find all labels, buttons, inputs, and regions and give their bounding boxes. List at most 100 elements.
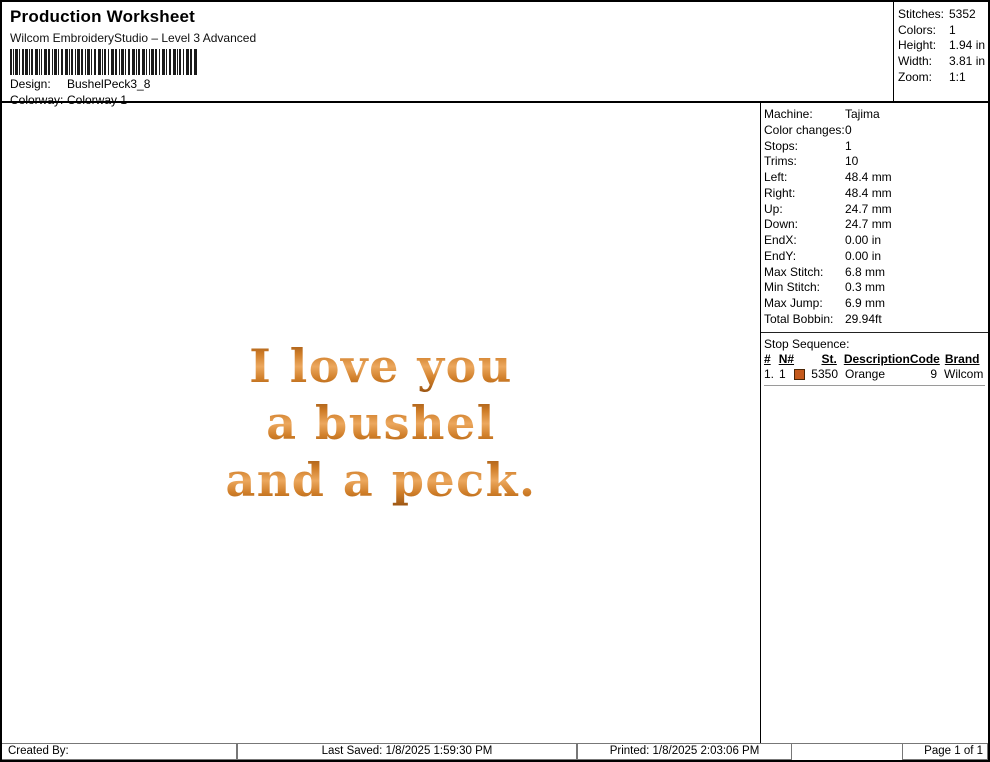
colorway-name: Colorway 1 [67, 93, 127, 107]
stat-label: Height: [898, 38, 949, 54]
info-row-min-stitch: Min Stitch: 0.3 mm [764, 280, 985, 296]
info-row-down: Down: 24.7 mm [764, 217, 985, 233]
app-subtitle: Wilcom EmbroideryStudio – Level 3 Advanc… [10, 31, 893, 45]
header: Production Worksheet Wilcom EmbroiderySt… [2, 2, 988, 103]
info-row-total-bobbin: Total Bobbin: 29.94ft [764, 312, 985, 328]
info-panel: Machine: Tajima Color changes: 0 Stops: … [760, 103, 988, 743]
col-header-n: N# [779, 352, 794, 367]
info-label: Trims: [764, 154, 845, 170]
stat-value: 1:1 [949, 70, 966, 86]
stop-sequence: Stop Sequence: # N# St. Description Code… [761, 333, 988, 386]
design-canvas: I love you a bushel and a peck. [2, 103, 760, 743]
info-label: Machine: [764, 107, 845, 123]
info-row-left: Left: 48.4 mm [764, 170, 985, 186]
footer-spacer [792, 744, 902, 760]
page-number: Page 1 of 1 [902, 744, 988, 760]
col-header-description: Description [837, 352, 910, 367]
info-value: 24.7 mm [845, 217, 892, 233]
stop-sequence-title: Stop Sequence: [764, 336, 985, 352]
row-code: 9 [909, 367, 937, 382]
info-label: Total Bobbin: [764, 312, 845, 328]
col-header-num: # [764, 352, 779, 367]
row-st: 5350 [808, 367, 838, 382]
stat-width: Width: 3.81 in [898, 54, 988, 70]
info-value: 0.00 in [845, 249, 881, 265]
stats-box: Stitches: 5352 Colors: 1 Height: 1.94 in… [893, 2, 988, 101]
info-row-endx: EndX: 0.00 in [764, 233, 985, 249]
stat-label: Stitches: [898, 7, 949, 23]
row-description: Orange [838, 367, 909, 382]
col-header-code: Code [910, 352, 938, 367]
info-label: Max Jump: [764, 296, 845, 312]
stat-value: 3.81 in [949, 54, 985, 70]
thread-color-swatch [794, 369, 805, 380]
info-value: Tajima [845, 107, 880, 123]
embroidery-text-line: a bushel [266, 395, 496, 452]
colorway-label: Colorway: [10, 93, 67, 107]
main-area: I love you a bushel and a peck. Machine:… [2, 103, 988, 743]
info-row-endy: EndY: 0.00 in [764, 249, 985, 265]
col-header-st: St. [807, 352, 836, 367]
info-label: Right: [764, 186, 845, 202]
stat-label: Zoom: [898, 70, 949, 86]
stat-label: Width: [898, 54, 949, 70]
info-label: Color changes: [764, 123, 845, 139]
info-row-up: Up: 24.7 mm [764, 202, 985, 218]
info-value: 0.3 mm [845, 280, 885, 296]
stat-stitches: Stitches: 5352 [898, 7, 988, 23]
info-label: Left: [764, 170, 845, 186]
info-value: 1 [845, 139, 852, 155]
info-value: 29.94ft [845, 312, 882, 328]
info-row-color-changes: Color changes: 0 [764, 123, 985, 139]
info-row-max-jump: Max Jump: 6.9 mm [764, 296, 985, 312]
info-row-trims: Trims: 10 [764, 154, 985, 170]
info-label: EndX: [764, 233, 845, 249]
stop-sequence-header-row: # N# St. Description Code Brand [764, 352, 985, 367]
thread-swatch-cell [794, 369, 808, 380]
info-label: Stops: [764, 139, 845, 155]
last-saved-label: Last Saved: 1/8/2025 1:59:30 PM [237, 744, 577, 760]
col-header-brand: Brand [938, 352, 985, 367]
info-value: 48.4 mm [845, 170, 892, 186]
footer: Created By: Last Saved: 1/8/2025 1:59:30… [2, 743, 988, 760]
stop-sequence-row: 1. 1 5350 Orange 9 Wilcom [764, 367, 985, 382]
stat-label: Colors: [898, 23, 949, 39]
printed-label: Printed: 1/8/2025 2:03:06 PM [577, 744, 792, 760]
info-row-machine: Machine: Tajima [764, 107, 985, 123]
stat-height: Height: 1.94 in [898, 38, 988, 54]
row-num: 1. [764, 367, 779, 382]
stop-sequence-table: # N# St. Description Code Brand 1. 1 535… [764, 352, 985, 386]
info-label: Down: [764, 217, 845, 233]
machine-info: Machine: Tajima Color changes: 0 Stops: … [761, 103, 988, 333]
info-label: Up: [764, 202, 845, 218]
info-value: 48.4 mm [845, 186, 892, 202]
info-row-stops: Stops: 1 [764, 139, 985, 155]
info-row-max-stitch: Max Stitch: 6.8 mm [764, 265, 985, 281]
design-name: BushelPeck3_8 [67, 77, 150, 91]
colorway-row: Colorway: Colorway 1 [10, 93, 893, 107]
embroidery-text-line: I love you [249, 338, 513, 395]
info-value: 10 [845, 154, 858, 170]
info-label: Min Stitch: [764, 280, 845, 296]
row-n: 1 [779, 367, 794, 382]
info-label: EndY: [764, 249, 845, 265]
stat-value: 1 [949, 23, 956, 39]
design-row: Design: BushelPeck3_8 [10, 77, 893, 91]
stat-colors: Colors: 1 [898, 23, 988, 39]
header-left: Production Worksheet Wilcom EmbroiderySt… [2, 2, 893, 101]
info-label: Max Stitch: [764, 265, 845, 281]
info-value: 24.7 mm [845, 202, 892, 218]
production-worksheet-page: Production Worksheet Wilcom EmbroiderySt… [0, 0, 990, 762]
info-value: 0 [845, 123, 852, 139]
stat-value: 1.94 in [949, 38, 985, 54]
page-title: Production Worksheet [10, 7, 893, 27]
embroidery-text-line: and a peck. [225, 452, 536, 509]
barcode-icon [10, 49, 198, 75]
created-by-label: Created By: [2, 744, 237, 760]
row-brand: Wilcom [937, 367, 985, 382]
info-value: 0.00 in [845, 233, 881, 249]
design-label: Design: [10, 77, 67, 91]
stat-value: 5352 [949, 7, 976, 23]
info-value: 6.8 mm [845, 265, 885, 281]
stat-zoom: Zoom: 1:1 [898, 70, 988, 86]
